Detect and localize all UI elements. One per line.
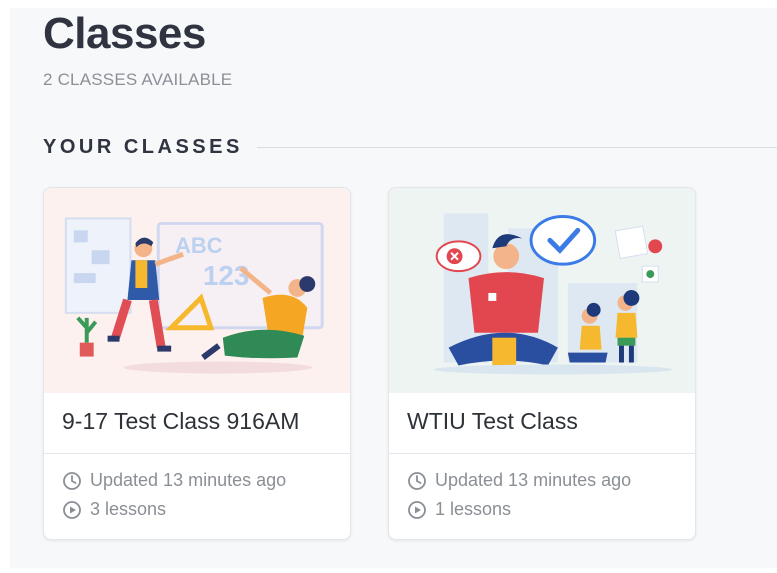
updated-text: Updated 13 minutes ago <box>435 470 632 490</box>
updated-text: Updated 13 minutes ago <box>90 470 287 490</box>
section-divider <box>256 146 777 148</box>
board-numbers: 123 <box>203 260 249 291</box>
class-updated: Updated 13 minutes ago <box>62 470 286 491</box>
clock-icon <box>407 471 427 491</box>
clock-icon <box>62 471 82 491</box>
class-lessons: 1 lessons <box>407 499 511 520</box>
card-divider <box>389 453 695 454</box>
class-card[interactable]: WTIU Test Class Updated 13 minutes ago 1… <box>388 187 696 540</box>
lessons-count: 1 lessons <box>435 499 512 519</box>
play-circle-icon <box>407 500 427 520</box>
class-lessons: 3 lessons <box>62 499 166 520</box>
teacher-students-feedback-illustration <box>389 188 695 393</box>
class-title: 9-17 Test Class 916AM <box>62 408 300 434</box>
page-title: Classes <box>43 9 206 58</box>
section-header: YOUR CLASSES <box>43 135 777 159</box>
classes-page: Classes 2 CLASSES AVAILABLE YOUR CLASSES… <box>10 8 777 568</box>
class-updated: Updated 13 minutes ago <box>407 470 631 491</box>
lessons-count: 3 lessons <box>90 499 167 519</box>
play-circle-icon <box>62 500 82 520</box>
section-title: YOUR CLASSES <box>43 135 243 158</box>
teacher-classroom-illustration: ABC 123 <box>44 188 350 393</box>
classes-count: 2 CLASSES AVAILABLE <box>43 70 233 89</box>
class-card[interactable]: ABC 123 9-17 Test Class 916AM Updated 13… <box>43 187 351 540</box>
class-title: WTIU Test Class <box>407 408 578 434</box>
card-divider <box>44 453 350 454</box>
